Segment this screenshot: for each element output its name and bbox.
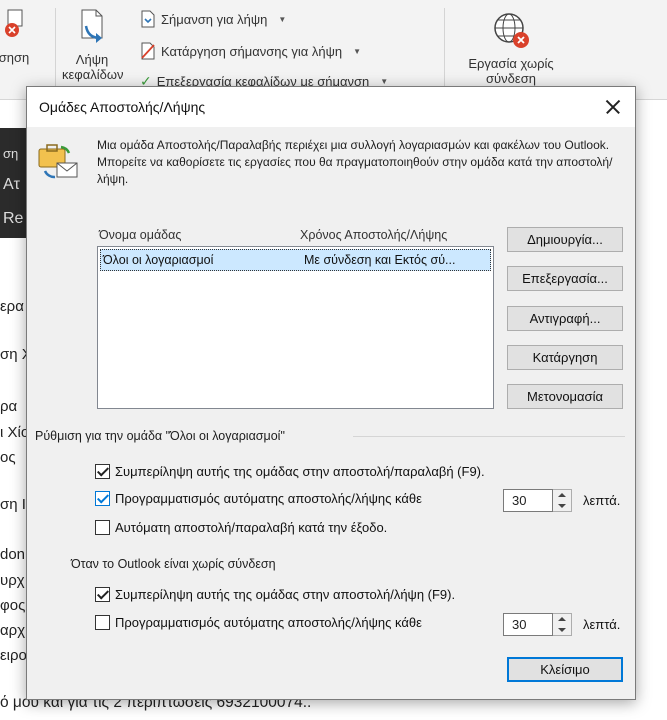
groups-list: Όνομα ομάδας Χρόνος Αποστολής/Λήψης Όλοι… — [97, 223, 494, 409]
download-headers-button[interactable]: Λήψη κεφαλίδων — [62, 8, 124, 82]
online-schedule-checkbox[interactable] — [95, 491, 110, 506]
close-icon[interactable] — [601, 95, 625, 119]
dialog-description: Μια ομάδα Αποστολής/Παραλαβής περιέχει μ… — [97, 138, 613, 186]
stepper-arrows[interactable] — [553, 489, 572, 512]
dialog-title: Ομάδες Αποστολής/Λήψης — [39, 99, 206, 115]
background-text: ι Χίο — [0, 424, 30, 441]
mark-download-button[interactable]: Σήμανση για λήψη ▼ — [140, 10, 286, 28]
background-text: ειρο — [0, 647, 27, 664]
offline-minutes-input[interactable]: 30 — [503, 613, 553, 636]
globe-offline-icon — [494, 13, 529, 48]
ribbon-separator — [444, 8, 445, 92]
mark-download-icon — [141, 10, 155, 28]
offline-group-label: Όταν το Outlook είναι χωρίς σύνδεση — [71, 557, 276, 571]
offline-schedule-label: Προγραμματισμός αυτόματης αποστολής/λήψη… — [115, 615, 422, 630]
background-pane-text: Re — [3, 210, 24, 227]
on-exit-label: Αυτόματη αποστολή/παραλαβή κατά την έξοδ… — [115, 520, 388, 535]
send-receive-groups-icon — [38, 144, 78, 179]
on-exit-option[interactable]: Αυτόματη αποστολή/παραλαβή κατά την έξοδ… — [95, 520, 387, 535]
online-schedule-label: Προγραμματισμός αυτόματης αποστολής/λήψη… — [115, 491, 422, 506]
settings-group-divider — [353, 436, 625, 437]
offline-schedule-option[interactable]: Προγραμματισμός αυτόματης αποστολής/λήψη… — [95, 615, 422, 630]
groups-list-header: Όνομα ομάδας Χρόνος Αποστολής/Λήψης — [97, 223, 494, 246]
background-pane-text: ση — [3, 146, 19, 161]
edit-button[interactable]: Επεξεργασία... — [507, 266, 623, 291]
column-send-receive-time[interactable]: Χρόνος Αποστολής/Λήψης — [300, 228, 447, 242]
online-schedule-option[interactable]: Προγραμματισμός αυτόματης αποστολής/λήψη… — [95, 491, 422, 506]
column-group-name[interactable]: Όνομα ομάδας — [97, 228, 300, 242]
create-button[interactable]: Δημιουργία... — [507, 227, 623, 252]
online-include-checkbox[interactable] — [95, 464, 110, 479]
stepper-up-icon[interactable] — [553, 490, 571, 501]
background-text: ρα — [0, 398, 18, 415]
ribbon-left-button[interactable]: σηση — [0, 8, 34, 65]
background-text: ος — [0, 449, 16, 466]
mark-download-label: Σήμανση για λήψη — [161, 11, 268, 27]
unmark-download-label: Κατάργηση σήμανσης για λήψη — [161, 43, 343, 59]
work-offline-label-2: σύνδεση — [486, 71, 536, 86]
groups-list-body[interactable]: Όλοι οι λογαριασμοί Με σύνδεση και Εκτός… — [97, 246, 494, 409]
group-name-cell: Όλοι οι λογαριασμοί — [103, 253, 214, 267]
unmark-download-icon — [141, 42, 155, 60]
on-exit-checkbox[interactable] — [95, 520, 110, 535]
dialog-content: Μια ομάδα Αποστολής/Παραλαβής περιέχει μ… — [27, 127, 635, 699]
stepper-down-icon[interactable] — [553, 501, 571, 512]
background-text: αρχ — [0, 622, 26, 639]
table-row[interactable]: Όλοι οι λογαριασμοί Με σύνδεση και Εκτός… — [100, 249, 491, 271]
group-time-cell: Με σύνδεση και Εκτός σύ... — [304, 253, 456, 267]
background-pane-text: Ατ — [3, 176, 20, 193]
ribbon: σηση Λήψη κεφαλίδων Σήμανση για λήψη ▼ Κ… — [0, 0, 667, 100]
online-include-label: Συμπερίληψη αυτής της ομάδας στην αποστο… — [115, 464, 485, 479]
chevron-down-icon: ▼ — [353, 46, 362, 56]
work-offline-label: Εργασία χωρίς — [468, 56, 554, 71]
offline-schedule-checkbox[interactable] — [95, 615, 110, 630]
remove-button[interactable]: Κατάργηση — [507, 345, 623, 370]
online-minutes-unit: λεπτά. — [583, 493, 621, 508]
work-offline-button[interactable]: Εργασία χωρίς σύνδεση — [452, 10, 570, 86]
download-headers-label-2: κεφαλίδων — [62, 67, 124, 82]
chevron-down-icon: ▼ — [278, 14, 287, 24]
background-text: don — [0, 546, 26, 563]
background-text: ση Ι — [0, 496, 26, 513]
offline-include-checkbox[interactable] — [95, 587, 110, 602]
copy-button[interactable]: Αντιγραφή... — [507, 306, 623, 331]
offline-minutes-stepper[interactable]: 30 — [503, 613, 572, 636]
stepper-arrows[interactable] — [553, 613, 572, 636]
background-text: φος — [0, 597, 26, 614]
ribbon-left-icon — [5, 9, 23, 37]
online-minutes-stepper[interactable]: 30 — [503, 489, 572, 512]
close-button[interactable]: Κλείσιμο — [507, 657, 623, 682]
background-text: ερα — [0, 298, 24, 315]
online-include-option[interactable]: Συμπερίληψη αυτής της ομάδας στην αποστο… — [95, 464, 485, 479]
chevron-down-icon: ▼ — [380, 76, 389, 86]
online-minutes-input[interactable]: 30 — [503, 489, 553, 512]
offline-include-label: Συμπερίληψη αυτής της ομάδας στην αποστο… — [115, 587, 456, 602]
rename-button[interactable]: Μετονομασία — [507, 384, 623, 409]
background-text: υρχ — [0, 572, 25, 589]
offline-minutes-unit: λεπτά. — [583, 617, 621, 632]
download-headers-label: Λήψη — [75, 52, 109, 67]
stepper-down-icon[interactable] — [553, 625, 571, 636]
unmark-download-button[interactable]: Κατάργηση σήμανσης για λήψη ▼ — [140, 42, 361, 60]
stepper-up-icon[interactable] — [553, 614, 571, 625]
send-receive-groups-dialog: Ομάδες Αποστολής/Λήψης Μια ομάδα Αποστολ… — [26, 86, 636, 700]
download-headers-icon — [81, 9, 103, 43]
offline-include-option[interactable]: Συμπερίληψη αυτής της ομάδας στην αποστο… — [95, 587, 455, 602]
ribbon-left-label: σηση — [0, 50, 30, 65]
settings-group-label: Ρύθμιση για την ομάδα "Όλοι οι λογαριασμ… — [35, 429, 285, 443]
ribbon-separator — [55, 8, 56, 92]
dialog-titlebar[interactable]: Ομάδες Αποστολής/Λήψης — [27, 87, 635, 127]
